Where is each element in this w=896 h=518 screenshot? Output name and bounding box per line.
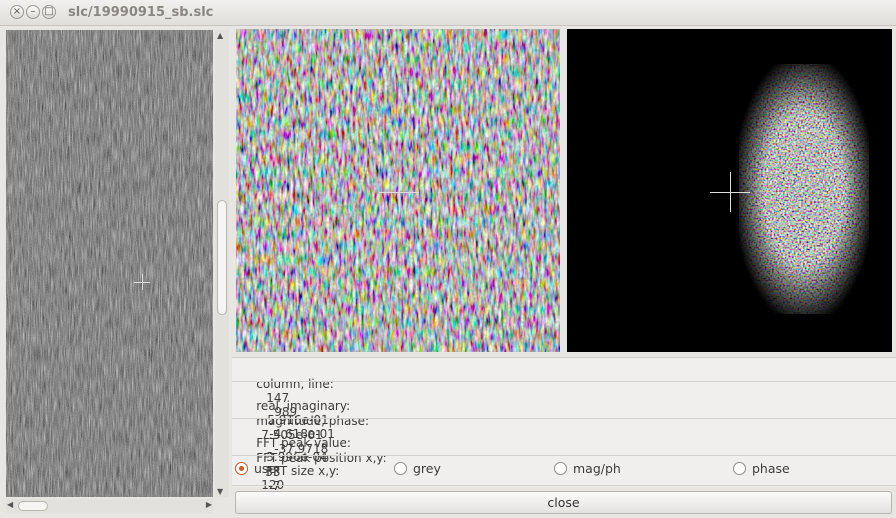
overview-horizontal-scrollbar[interactable]: ◀ ▶: [6, 499, 213, 513]
radio-phase-label: phase: [752, 461, 790, 476]
close-button[interactable]: close: [235, 491, 892, 514]
window-minimize-button[interactable]: –: [26, 5, 40, 19]
fft-image[interactable]: [567, 29, 892, 352]
radio-grey[interactable]: grey: [394, 461, 441, 476]
divider: [232, 455, 896, 456]
radio-user-label: user: [254, 461, 282, 476]
divider: [232, 485, 896, 486]
scroll-left-icon[interactable]: ◀: [7, 500, 13, 509]
radio-user[interactable]: user: [235, 461, 281, 476]
fft-info-panel: FFT peak value: 3.996e-04 FFT size x,y: …: [232, 419, 896, 506]
overview-image[interactable]: [6, 30, 213, 497]
zoom-speckle: [236, 29, 560, 352]
radio-unselected-icon[interactable]: [394, 462, 407, 475]
radio-mag-ph[interactable]: mag/ph: [554, 461, 621, 476]
scroll-right-icon[interactable]: ▶: [206, 500, 212, 509]
radio-grey-label: grey: [413, 461, 441, 476]
zoom-image[interactable]: [236, 29, 560, 352]
vertical-scroll-thumb[interactable]: [217, 200, 227, 315]
title-bar: × – □ slc/19990915_sb.slc: [0, 0, 896, 26]
window-title: slc/19990915_sb.slc: [68, 5, 214, 20]
scroll-down-icon[interactable]: ▼: [217, 487, 223, 496]
horizontal-scroll-thumb[interactable]: [18, 501, 48, 511]
radio-unselected-icon[interactable]: [554, 462, 567, 475]
window-maximize-button[interactable]: □: [42, 5, 56, 19]
radio-selected-icon[interactable]: [235, 462, 248, 475]
window-close-button[interactable]: ×: [10, 5, 24, 19]
complex-value-panel: real, imaginary: 5.916e-01 -4.618e-01 ma…: [232, 382, 896, 456]
overview-speckle: [6, 30, 213, 497]
overview-vertical-scrollbar[interactable]: ▲ ▼: [215, 30, 229, 497]
scroll-up-icon[interactable]: ▲: [217, 31, 223, 40]
radio-phase[interactable]: phase: [733, 461, 790, 476]
radio-unselected-icon[interactable]: [733, 462, 746, 475]
radio-mag-ph-label: mag/ph: [573, 461, 621, 476]
